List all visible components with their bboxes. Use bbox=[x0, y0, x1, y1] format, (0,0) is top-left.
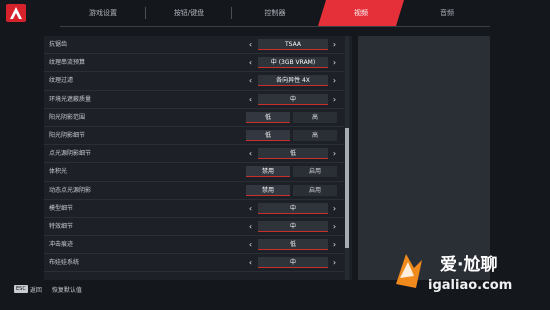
setting-row-dynamic-spot-shadows: 动态点光源阴影 禁用 启用 bbox=[44, 182, 344, 200]
option-low-button[interactable]: 低 bbox=[246, 111, 290, 123]
setting-value: 各向异性 4X bbox=[258, 75, 328, 87]
setting-label: 体积光 bbox=[49, 168, 68, 176]
setting-value: 中 (3GB VRAM) bbox=[258, 57, 328, 69]
setting-row-model-detail: 模型细节 ‹ 中 › bbox=[44, 200, 344, 218]
footer-bar: ESC 返回 恢复默认值 bbox=[14, 283, 82, 295]
setting-label: 动态点光源阴影 bbox=[49, 186, 92, 194]
chevron-right-icon[interactable]: › bbox=[330, 148, 339, 159]
tab-keyboard[interactable]: 按钮/键盘 bbox=[146, 0, 232, 26]
setting-value: 低 bbox=[258, 239, 328, 251]
chevron-right-icon[interactable]: › bbox=[330, 221, 339, 232]
watermark-title: 爱·尬聊 bbox=[440, 255, 498, 275]
setting-label: 环境光遮蔽质量 bbox=[49, 95, 92, 103]
setting-label: 模型细节 bbox=[49, 204, 74, 212]
apex-logo-icon bbox=[6, 4, 26, 22]
settings-panel: 抗锯齿 ‹ TSAA › 纹理串流预算 ‹ 中 (3GB VRAM) › 纹理过… bbox=[44, 36, 352, 280]
chevron-left-icon[interactable]: ‹ bbox=[246, 94, 255, 105]
header-divider bbox=[60, 26, 490, 27]
setting-row-anti-aliasing: 抗锯齿 ‹ TSAA › bbox=[44, 36, 344, 55]
watermark: 爱·尬聊 igaliao.com bbox=[388, 244, 538, 304]
setting-row-impact-marks: 冲击痕迹 ‹ 低 › bbox=[44, 236, 344, 255]
setting-row-ambient-occlusion: 环境光遮蔽质量 ‹ 中 › bbox=[44, 91, 344, 109]
tab-video[interactable]: 视频 bbox=[318, 0, 404, 26]
chevron-left-icon[interactable]: ‹ bbox=[246, 75, 255, 86]
tab-gameplay[interactable]: 游戏设置 bbox=[60, 0, 146, 26]
watermark-logo-icon bbox=[396, 254, 422, 288]
setting-value: 低 bbox=[258, 148, 328, 160]
chevron-left-icon[interactable]: ‹ bbox=[246, 257, 255, 268]
setting-value: 中 bbox=[258, 220, 328, 232]
option-disabled-button[interactable]: 禁用 bbox=[246, 184, 290, 196]
chevron-right-icon[interactable]: › bbox=[330, 75, 339, 86]
setting-row-sun-shadow-coverage: 阳光阴影范围 低 高 bbox=[44, 109, 344, 127]
scrollbar-thumb[interactable] bbox=[345, 128, 349, 248]
option-high-button[interactable]: 高 bbox=[293, 111, 337, 123]
setting-row-sun-shadow-detail: 阳光阴影细节 低 高 bbox=[44, 127, 344, 146]
setting-label: 阳光阴影范围 bbox=[49, 113, 86, 121]
chevron-right-icon[interactable]: › bbox=[330, 57, 339, 68]
settings-list: 抗锯齿 ‹ TSAA › 纹理串流预算 ‹ 中 (3GB VRAM) › 纹理过… bbox=[44, 36, 344, 273]
chevron-left-icon[interactable]: ‹ bbox=[246, 203, 255, 214]
chevron-right-icon[interactable]: › bbox=[330, 94, 339, 105]
tab-bar: 游戏设置 按钮/键盘 控制器 视频 音频 bbox=[60, 0, 490, 26]
chevron-right-icon[interactable]: › bbox=[330, 239, 339, 250]
chevron-left-icon[interactable]: ‹ bbox=[246, 148, 255, 159]
option-enabled-button[interactable]: 启用 bbox=[293, 166, 337, 178]
option-disabled-button[interactable]: 禁用 bbox=[246, 166, 290, 178]
setting-label: 特效细节 bbox=[49, 222, 74, 230]
setting-label: 阳光阴影细节 bbox=[49, 131, 86, 139]
option-enabled-button[interactable]: 启用 bbox=[293, 184, 337, 196]
chevron-left-icon[interactable]: ‹ bbox=[246, 221, 255, 232]
top-bar: 游戏设置 按钮/键盘 控制器 视频 音频 bbox=[0, 0, 550, 26]
option-low-button[interactable]: 低 bbox=[246, 129, 290, 141]
tab-controller[interactable]: 控制器 bbox=[232, 0, 318, 26]
setting-row-volumetric-lighting: 体积光 禁用 启用 bbox=[44, 163, 344, 182]
setting-label: 抗锯齿 bbox=[49, 41, 68, 48]
chevron-left-icon[interactable]: ‹ bbox=[246, 57, 255, 68]
back-button[interactable]: 返回 bbox=[30, 285, 42, 294]
setting-row-texture-streaming: 纹理串流预算 ‹ 中 (3GB VRAM) › bbox=[44, 54, 344, 73]
setting-value: TSAA bbox=[258, 39, 328, 50]
setting-label: 纹理过滤 bbox=[49, 77, 74, 85]
reset-defaults-button[interactable]: 恢复默认值 bbox=[52, 285, 82, 294]
setting-label: 布娃娃系统 bbox=[49, 259, 80, 267]
setting-label: 冲击痕迹 bbox=[49, 241, 74, 249]
chevron-left-icon[interactable]: ‹ bbox=[246, 39, 255, 50]
setting-label: 纹理串流预算 bbox=[49, 59, 86, 67]
setting-row-texture-filtering: 纹理过滤 ‹ 各向异性 4X › bbox=[44, 72, 344, 91]
setting-value: 中 bbox=[258, 93, 328, 105]
setting-row-effects-detail: 特效细节 ‹ 中 › bbox=[44, 218, 344, 237]
setting-row-ragdolls: 布娃娃系统 ‹ 中 › bbox=[44, 254, 344, 273]
setting-label: 点光源阴影细节 bbox=[49, 150, 92, 158]
watermark-url: igaliao.com bbox=[428, 278, 513, 293]
chevron-right-icon[interactable]: › bbox=[330, 39, 339, 50]
chevron-right-icon[interactable]: › bbox=[330, 203, 339, 214]
esc-key-hint: ESC bbox=[14, 285, 28, 293]
chevron-right-icon[interactable]: › bbox=[330, 257, 339, 268]
setting-value: 中 bbox=[258, 257, 328, 269]
setting-row-spot-shadow-detail: 点光源阴影细节 ‹ 低 › bbox=[44, 145, 344, 164]
tab-audio[interactable]: 音频 bbox=[404, 0, 490, 26]
setting-value: 中 bbox=[258, 202, 328, 214]
option-high-button[interactable]: 高 bbox=[293, 129, 337, 141]
chevron-left-icon[interactable]: ‹ bbox=[246, 239, 255, 250]
